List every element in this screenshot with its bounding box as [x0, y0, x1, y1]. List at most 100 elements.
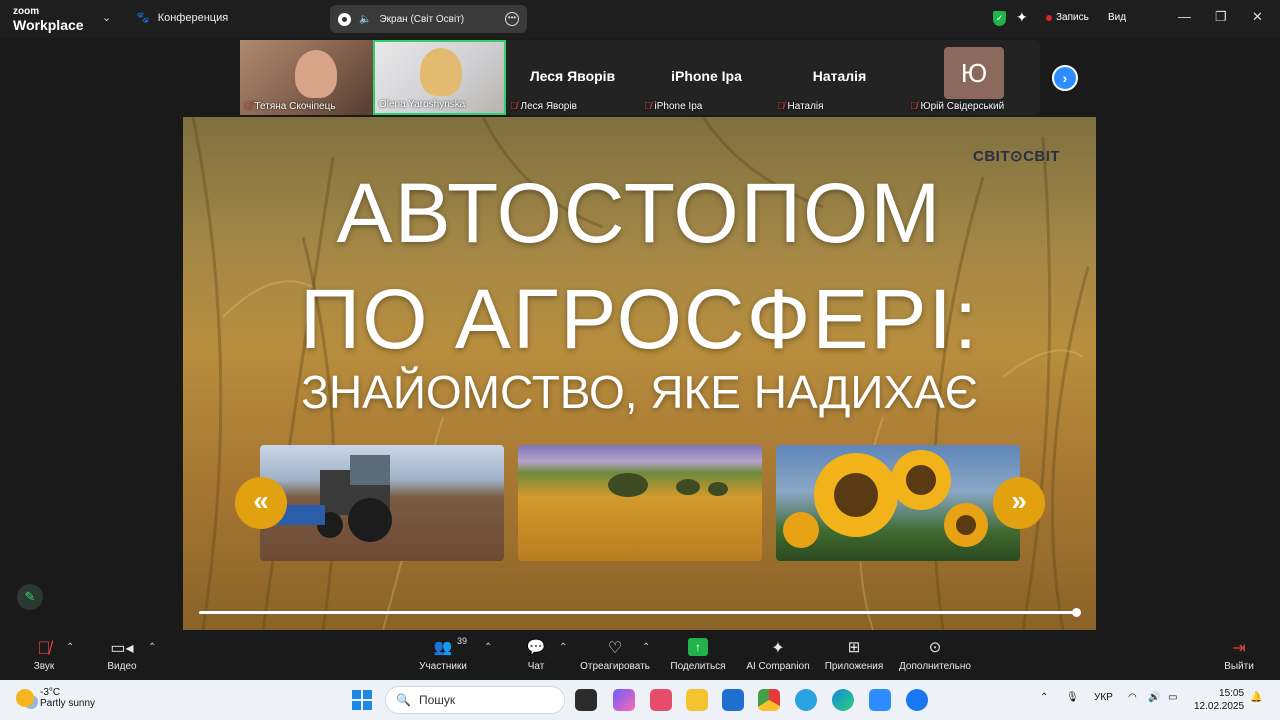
next-page-button[interactable]: › — [1052, 65, 1078, 91]
audio-label: Звук — [33, 661, 55, 672]
search-icon: 🔍 — [396, 693, 411, 707]
battery-icon[interactable]: ▭ — [1168, 692, 1177, 703]
meeting-toolbar: 🎙̸ Звук ⌃ ▭◂ Видео ⌃ 👥 39 Участники ⌃ 💬 … — [0, 632, 1280, 680]
share-button[interactable]: ↑ Поделиться — [668, 638, 728, 672]
mic-tray-icon[interactable]: 🎙 — [1066, 692, 1079, 703]
participant-tile[interactable]: iPhone Ipa 🎙̸ iPhone Ipa — [640, 40, 773, 115]
record-button[interactable]: Запись — [1046, 12, 1089, 23]
participant-tile[interactable]: Леся Яворів 🎙̸ Леся Яворів — [506, 40, 639, 115]
notification-bell-icon[interactable]: 🔔 — [1250, 692, 1262, 703]
snipping-tool-icon[interactable] — [650, 689, 672, 711]
participant-name: Наталія — [787, 101, 824, 112]
slide-progress-bar[interactable] — [199, 608, 1081, 617]
more-label: Дополнительно — [899, 661, 971, 672]
apps-label: Приложения — [824, 661, 884, 672]
close-icon[interactable]: ✕ — [1252, 9, 1263, 25]
restore-icon[interactable]: ❐ — [1215, 9, 1227, 25]
participant-name-row: 🎙̸ Юрій Свідерський — [910, 101, 1004, 112]
shared-screen: СВІТ⊙СВІТ АВТОСТОПОМ ПО АГРОСФЕРІ: ЗНАЙО… — [183, 117, 1096, 630]
react-button[interactable]: ♡ Отреагировать — [578, 638, 652, 672]
react-options-caret[interactable]: ⌃ — [642, 642, 650, 653]
chevron-down-icon[interactable]: ⌄ — [102, 11, 111, 24]
apps-icon: ⊞ — [847, 639, 861, 656]
participant-display-name: iPhone Ipa — [671, 68, 742, 84]
participant-tile[interactable]: Наталія 🎙̸ Наталія — [773, 40, 906, 115]
annotate-pen-icon[interactable]: ✎ — [17, 584, 43, 610]
video-label: Видео — [107, 661, 137, 672]
avatar: Ю — [944, 47, 1004, 99]
weather-widget[interactable]: -3°C Partly sunny — [16, 687, 95, 709]
participant-name-row: 🎙̸ iPhone Ipa — [644, 101, 702, 112]
participant-name: iPhone Ipa — [654, 101, 703, 112]
participant-name-row: 🎙̸ Леся Яворів — [510, 101, 577, 112]
chrome-icon[interactable] — [758, 689, 780, 711]
meeting-info-button[interactable]: 🐾 Конференция — [136, 11, 229, 25]
video-options-caret[interactable]: ⌃ — [148, 642, 156, 653]
clock[interactable]: 15:05 12.02.2025 — [1194, 687, 1244, 713]
participant-display-name: Наталія — [812, 68, 867, 84]
telegram-icon[interactable] — [795, 689, 817, 711]
ai-label: AI Companion — [746, 661, 810, 672]
mic-off-icon: 🎙̸ — [910, 101, 918, 112]
audio-button[interactable]: 🎙̸ Звук — [30, 638, 58, 672]
camera-icon: ▭◂ — [110, 640, 134, 657]
speaker-icon: 🔈 — [359, 13, 372, 25]
ai-companion-button[interactable]: ✦ AI Companion — [744, 638, 812, 672]
copilot-icon[interactable] — [613, 689, 635, 711]
participant-video — [295, 50, 337, 98]
facebook-icon[interactable] — [906, 689, 928, 711]
windows-start-icon[interactable] — [352, 690, 372, 710]
taskbar-search[interactable]: 🔍 Пошук — [385, 686, 565, 714]
participant-tile[interactable]: 🎙̸ Тетяна Скочіпець — [240, 40, 373, 115]
field-photo — [518, 445, 762, 561]
chevron-up-icon[interactable]: ⌃ — [1040, 692, 1048, 703]
more-options-icon[interactable]: ••• — [505, 12, 519, 26]
file-explorer-icon[interactable] — [686, 689, 708, 711]
language-indicator[interactable]: УКР — [1094, 692, 1113, 703]
ai-sparkle-icon[interactable]: ✦ — [1016, 9, 1028, 26]
participant-tile-active[interactable]: Olena Yaroshynska — [373, 40, 506, 115]
wifi-icon[interactable]: ◠ — [1128, 692, 1137, 703]
slide-next-button[interactable]: » — [993, 477, 1045, 529]
mic-off-icon: 🎙̸ — [510, 101, 518, 112]
title-bar: zoom Workplace ⌄ 🐾 Конференция 🔈 Экран (… — [0, 0, 1280, 38]
audio-options-caret[interactable]: ⌃ — [66, 642, 74, 653]
heart-icon: ♡ — [607, 640, 623, 657]
participant-name: Юрій Свідерський — [920, 101, 1005, 112]
chat-options-caret[interactable]: ⌃ — [559, 642, 567, 653]
leave-button[interactable]: ⇥ Выйти — [1222, 638, 1256, 672]
shield-icon[interactable]: ✓ — [993, 11, 1006, 26]
participants-options-caret[interactable]: ⌃ — [484, 642, 492, 653]
share-screen-icon: ↑ — [668, 638, 728, 658]
screen-share-pill[interactable]: 🔈 Экран (Світ Освіт) ••• — [330, 5, 527, 33]
video-button[interactable]: ▭◂ Видео — [104, 638, 140, 672]
apps-button[interactable]: ⊞ Приложения — [822, 638, 886, 672]
participant-video — [420, 48, 462, 96]
tractor-photo — [260, 445, 504, 561]
leave-label: Выйти — [1224, 661, 1254, 672]
ai-sparkle-icon: ✦ — [771, 640, 785, 657]
task-view-icon[interactable] — [575, 689, 597, 711]
progress-handle[interactable] — [1072, 608, 1081, 617]
view-button[interactable]: Вид — [1108, 12, 1126, 23]
minimize-icon[interactable]: — — [1178, 9, 1191, 24]
store-icon[interactable] — [722, 689, 744, 711]
participants-button[interactable]: 👥 39 Участники — [416, 636, 470, 672]
participant-name: Тетяна Скочіпець — [254, 101, 336, 112]
participants-count: 39 — [457, 636, 468, 646]
participant-name-row: 🎙̸ Наталія — [777, 101, 824, 112]
volume-icon[interactable]: 🔊 — [1148, 692, 1160, 703]
mic-off-icon: 🎙̸ — [244, 101, 252, 112]
chat-icon: 💬 — [526, 639, 546, 656]
record-label: Запись — [1056, 12, 1089, 23]
participants-label: Участники — [419, 661, 467, 672]
leave-icon: ⇥ — [1232, 640, 1246, 657]
edge-icon[interactable] — [832, 689, 854, 711]
zoom-app-icon[interactable] — [869, 689, 891, 711]
slide-prev-button[interactable]: « — [235, 477, 287, 529]
slide-logo: СВІТ⊙СВІТ — [973, 148, 1061, 165]
sunflower-photo — [776, 445, 1020, 561]
chat-button[interactable]: 💬 Чат — [524, 638, 548, 672]
meeting-label: Конференция — [157, 11, 229, 24]
more-button[interactable]: ⊙ Дополнительно — [896, 638, 974, 672]
